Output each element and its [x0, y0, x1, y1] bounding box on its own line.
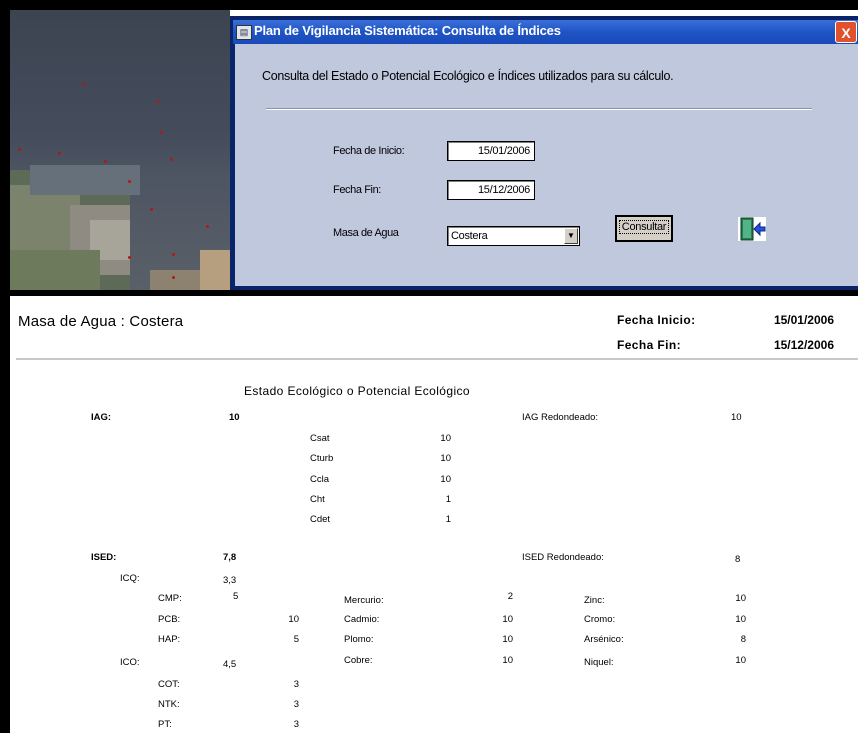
- iag-sub-value: 10: [440, 433, 451, 444]
- ised-label: ISED:: [91, 552, 117, 563]
- ico-label: ICO:: [120, 657, 140, 668]
- iag-sub-value: 1: [445, 494, 451, 505]
- cobre-value: 10: [502, 655, 513, 666]
- iag-sub-label: Cturb: [310, 453, 334, 464]
- plomo-label: Plomo:: [344, 634, 374, 645]
- ised-rounded-value: 8: [735, 554, 741, 565]
- pcb-value: 10: [288, 614, 299, 625]
- fecha-fin-input[interactable]: 15/12/2006: [447, 180, 535, 200]
- hap-value: 5: [293, 634, 299, 645]
- fecha-fin-label: Fecha Fin:: [333, 184, 381, 196]
- iag-rounded-value: 10: [731, 412, 742, 423]
- window-divider: [0, 290, 858, 296]
- close-button[interactable]: X: [835, 21, 857, 43]
- iag-sub-value: 1: [445, 514, 451, 525]
- report-fecha-inicio-value: 15/01/2006: [773, 313, 834, 327]
- satellite-map-image: [10, 10, 230, 292]
- cromo-value: 10: [735, 614, 746, 625]
- icq-value: 3,3: [223, 575, 237, 586]
- zinc-value: 10: [735, 593, 746, 604]
- report-fecha-fin-value: 15/12/2006: [773, 338, 834, 352]
- ntk-value: 3: [293, 699, 299, 710]
- fecha-inicio-label: Fecha de Inicio:: [333, 145, 405, 157]
- cmp-label: CMP:: [158, 593, 182, 604]
- dialog-title: Plan de Vigilancia Sistemática: Consulta…: [254, 23, 561, 38]
- arsenico-label: Arsénico:: [584, 634, 624, 645]
- iag-sub-label: Cdet: [310, 514, 331, 525]
- cromo-label: Cromo:: [584, 614, 616, 625]
- pt-value: 3: [293, 719, 299, 730]
- dialog-heading: Consulta del Estado o Potencial Ecológic…: [262, 69, 674, 83]
- pcb-label: PCB:: [158, 614, 181, 625]
- iag-sub-value: 10: [440, 474, 451, 485]
- masa-agua-select[interactable]: Costera: [447, 226, 580, 246]
- form-icon: ▤: [236, 25, 252, 40]
- cot-value: 3: [293, 679, 299, 690]
- report-fecha-fin-label: Fecha Fin:: [617, 338, 682, 352]
- mercurio-value: 2: [507, 591, 513, 602]
- niquel-value: 10: [735, 655, 746, 666]
- masa-agua-label: Masa de Agua: [333, 227, 399, 239]
- fecha-inicio-input[interactable]: 15/01/2006: [447, 141, 535, 161]
- iag-rounded-label: IAG Redondeado:: [522, 412, 599, 423]
- window-frame-left: [0, 0, 10, 733]
- iag-sub-label: Csat: [310, 433, 330, 444]
- report-divider: [16, 358, 858, 360]
- iag-value: 10: [229, 412, 240, 423]
- section-title: Estado Ecológico o Potencial Ecológico: [244, 384, 470, 398]
- ised-rounded-label: ISED Redondeado:: [522, 552, 604, 563]
- cadmio-label: Cadmio:: [344, 614, 380, 625]
- pt-label: PT:: [158, 719, 172, 730]
- plomo-value: 10: [502, 634, 513, 645]
- iag-label: IAG:: [91, 412, 112, 423]
- report-title: Masa de Agua : Costera: [18, 313, 184, 330]
- iag-sub-value: 10: [440, 453, 451, 464]
- report-fecha-inicio-label: Fecha Inicio:: [617, 313, 696, 327]
- iag-sub-label: Cht: [310, 494, 325, 505]
- niquel-label: Niquel:: [584, 657, 614, 668]
- consultar-button[interactable]: Consultar: [615, 215, 673, 242]
- cadmio-value: 10: [502, 614, 513, 625]
- window-frame-top: [0, 0, 858, 10]
- icq-label: ICQ:: [120, 573, 140, 584]
- exit-door-icon[interactable]: [737, 216, 767, 242]
- mercurio-label: Mercurio:: [344, 595, 384, 606]
- ised-value: 7,8: [223, 552, 237, 563]
- cobre-label: Cobre:: [344, 655, 373, 666]
- separator-line: [266, 108, 812, 110]
- cot-label: COT:: [158, 679, 180, 690]
- ico-value: 4,5: [223, 659, 237, 670]
- hap-label: HAP:: [158, 634, 181, 645]
- consultar-label: Consultar: [618, 220, 670, 234]
- chevron-down-icon[interactable]: ▼: [564, 228, 578, 244]
- iag-sub-label: Ccla: [310, 474, 330, 485]
- cmp-value: 5: [233, 591, 239, 602]
- arsenico-value: 8: [740, 634, 746, 645]
- zinc-label: Zinc:: [584, 595, 605, 606]
- ntk-label: NTK:: [158, 699, 180, 710]
